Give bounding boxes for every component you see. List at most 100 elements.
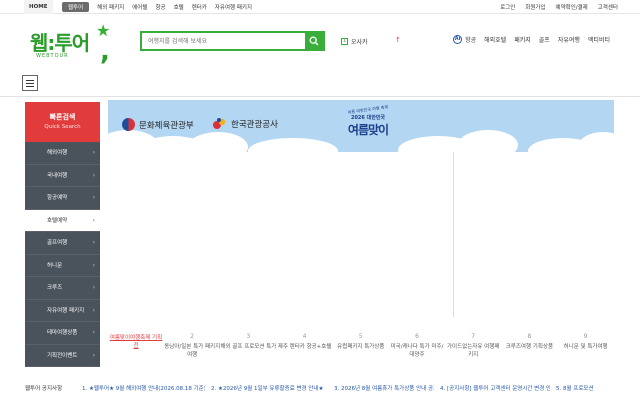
taegeuk-icon [122,118,135,131]
quick-search-item-label: 골프여행 [47,240,68,246]
promo-tabs: 여름맞이여행축제 기획전 2 동남아/일본 특가 패키지여행 3 해외 골프 프로모션 … [108,332,614,370]
signup-link[interactable]: 회원가입 [525,3,545,11]
chevron-right-icon: › [92,284,95,291]
promo-tab-label: 미국/캐나다 특가 미주/대양주 [390,344,444,359]
quick-search-item-label: 해외여행 [47,150,68,156]
chevron-right-icon: › [92,329,95,336]
search-box [140,31,325,51]
quick-search-item-label: 크루즈 [47,285,63,291]
chevron-right-icon: › [92,261,95,269]
home-link[interactable]: HOME [24,0,53,14]
chevron-right-icon: › [92,239,95,246]
nav-activity[interactable]: 액티비티 [588,35,610,44]
notice-title: 웹투어 공지사항 [25,386,63,392]
all-menu-button[interactable] [22,75,38,91]
ai-icon[interactable]: Ai [453,35,463,44]
quick-search-item[interactable]: 크루즈 › [25,277,100,300]
top-utility-bar: HOME 웹투어 해외 패키지 에어텔 항공 호텔 렌터카 자유여행 패키지 로… [0,0,640,14]
promo-tab[interactable]: 6 미국/캐나다 특가 미주/대양주 [389,332,445,360]
mcst-name: 문화체육관광부 [139,120,194,131]
top-link-overseas-package[interactable]: 해외 패키지 [97,3,124,11]
promo-tab[interactable]: 3 해외 골프 프로모션 특가 [220,332,276,351]
quick-search-item-label: 항공예약 [47,195,68,201]
promo-tab-label: 해외 골프 프로모션 특가 [220,344,277,350]
top-link-free-package[interactable]: 자유여행 패키지 [215,3,252,11]
notice-item[interactable]: 5. 8월 프로모션 [556,384,594,392]
promo-tab[interactable]: 7 가이드없는자유 여행패키지 [445,332,501,360]
promo-tab-label: 유럽패키지 특가상품 [337,344,385,350]
promo-tab[interactable]: 여름맞이여행축제 기획전 [108,332,164,351]
promo-tab[interactable]: 2 동남아/일본 특가 패키지여행 [164,332,220,360]
promo-tab-label: 가이드없는자유 여행패키지 [447,344,500,359]
quick-search-item[interactable]: 골프여행 › [25,232,100,255]
kto-icon [213,118,226,129]
quick-search-list: 해외여행 › 국내여행 › 항공예약 › 호텔예약 › 골프여행 › 허니문 › 크루즈 › 자유여행 패키… [25,142,100,367]
popular-keyword[interactable]: 1 오사카 [341,37,368,46]
notice-item[interactable]: 4. [공지사항] 웹투어 고객센터 운영시간 변경 안내 [440,384,550,392]
search-input[interactable] [142,33,305,49]
promo-tab-label: 동남아/일본 특가 패키지여행 [164,344,221,359]
promo-tab-label: 크루즈여행 기획상품 [505,344,554,350]
promo-tab-number: 7 [471,333,476,340]
quick-search-item[interactable]: 테마여행상품 › [25,322,100,345]
quick-search-item[interactable]: 국내여행 › [25,164,100,187]
customer-center-link[interactable]: 고객센터 [598,3,618,11]
nav-free-travel[interactable]: 자유여행 [558,35,580,44]
quick-search-item[interactable]: 허니문 › [25,254,100,277]
rank-up-icon: ↑ [395,36,401,44]
quick-search-panel: 빠른검색 Quick Search 해외여행 › 국내여행 › 항공예약 › 호텔예약 › 골프… [25,102,100,367]
top-link-air[interactable]: 항공 [155,3,165,11]
login-link[interactable]: 로그인 [500,3,515,11]
chevron-right-icon: › [92,351,95,359]
nav-package[interactable]: 패키지 [514,35,531,44]
notice-item[interactable]: 2. ★2026년 9월 1일부 유류할증료 변경 안내★ [211,384,323,392]
nav-air[interactable]: 항공 [465,35,476,44]
reservation-check-link[interactable]: 예약확인/결제 [556,3,588,11]
search-button[interactable] [305,33,323,49]
quick-search-item-label: 테마여행상품 [47,330,78,336]
top-right-links: 로그인 회원가입 예약확인/결제 고객센터 [490,0,618,14]
quick-search-item-label: 허니문 [47,262,63,269]
promo-tab[interactable]: 4 제주 렌터카 항공+호텔 [277,332,333,351]
nav-golf[interactable]: 골프 [539,35,550,44]
top-link-airtel[interactable]: 에어텔 [132,3,147,11]
promo-tab-label: 제주 렌터카 항공+호텔 [277,344,332,350]
hamburger-icon [26,79,34,81]
quick-search-item[interactable]: 해외여행 › [25,142,100,165]
notice-item[interactable]: 3. 2026년 8월 여름휴가 특가상품 안내 공지 [334,384,434,392]
promo-tab-number: 9 [583,333,588,340]
campaign-title: 여름 대한민국 여행 축제 2026 대한민국 여름맞이 [328,102,408,152]
promo-tab-number: 4 [302,333,307,340]
promo-tab[interactable]: 9 허니문 및 특가여행 [558,332,614,351]
top-link-rentcar[interactable]: 렌터카 [192,3,207,11]
quick-search-item[interactable]: 자유여행 패키지 › [25,299,100,322]
top-link-hotel[interactable]: 호텔 [174,3,184,11]
top-link-webtour[interactable]: 웹투어 [62,2,90,12]
quick-search-item[interactable]: 기획전이벤트 › [25,344,100,367]
chevron-right-icon: › [92,194,95,201]
divider [453,152,454,317]
site-header: 웹:투어 WEBTOUR ★ , 1 오사카 ↑ Ai 항공 해외호텔 패키지 … [0,15,640,71]
quick-search-title: 빠른검색 [49,113,76,121]
site-logo[interactable]: 웹:투어 WEBTOUR ★ , [30,21,114,73]
notice-item[interactable]: 1. ★웹투어★ 9월 해외여행 안내(2026.08.18 기준) [82,384,205,392]
search-icon [309,36,319,46]
quick-search-subtitle: Quick Search [44,124,81,130]
promo-tab-label: 여름맞이여행축제 기획전 [109,335,163,350]
quick-search-item[interactable]: 호텔예약 › [25,209,100,232]
promo-tab[interactable]: 8 크루즈여행 기획상품 [501,332,557,351]
promo-tab[interactable]: 5 유럽패키지 특가상품 [333,332,389,351]
quick-search-item-label: 호텔예약 [47,217,68,224]
chevron-right-icon: › [92,149,95,156]
promo-banner[interactable]: 문화체육관광부 한국관광공사 여름 대한민국 여행 축제 2026 대한민국 여… [108,100,614,152]
promo-tab-label: 허니문 및 특가여행 [563,344,608,350]
quick-search-item-label: 기획전이벤트 [47,352,78,359]
nav-overseas-hotel[interactable]: 해외호텔 [484,35,506,44]
promo-tab-number: 5 [358,333,363,340]
quick-search-item-label: 국내여행 [47,172,68,179]
quick-search-item[interactable]: 항공예약 › [25,187,100,210]
kto-logo: 한국관광공사 [212,116,278,131]
promo-tab-number: 6 [415,333,419,340]
kto-name: 한국관광공사 [231,119,278,130]
quick-search-header: 빠른검색 Quick Search [25,102,100,142]
